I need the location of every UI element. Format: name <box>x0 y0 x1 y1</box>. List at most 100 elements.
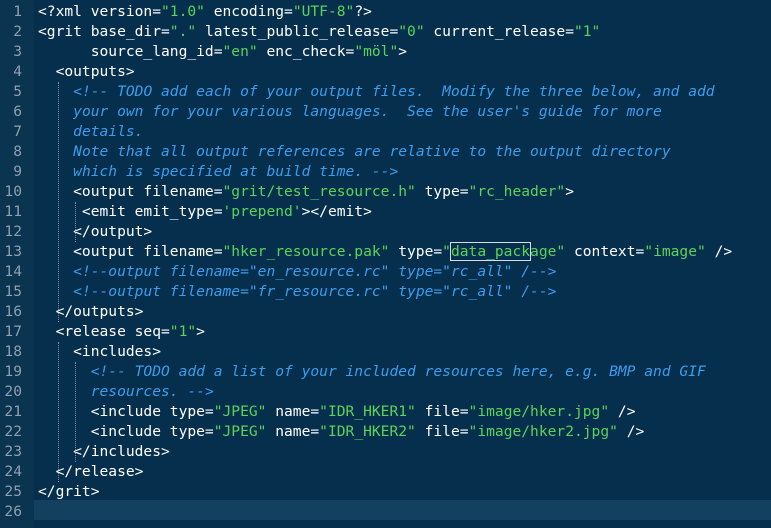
xml-string: "rc_header" <box>468 183 566 200</box>
code-line[interactable]: 26 <box>0 502 771 522</box>
code-line[interactable]: 15 <!--output filename="fr_resource.rc" … <box>0 282 771 302</box>
code-line[interactable]: 11 <emit emit_type='prepend'></emit> <box>0 202 771 222</box>
code-line[interactable]: 2 <grit base_dir="." latest_public_releas… <box>0 22 771 42</box>
code-text[interactable]: details. <box>38 122 143 142</box>
code-line[interactable]: 20 resources. --> <box>0 382 771 402</box>
xml-comment: <!-- TODO add each of your output files.… <box>73 83 715 100</box>
code-line[interactable]: 6 your own for your various languages. S… <box>0 102 771 122</box>
code-text[interactable]: <include type="JPEG" name="IDR_HKER2" fi… <box>38 422 645 442</box>
code-line[interactable]: 1 <?xml version="1.0" encoding="UTF-8"?> <box>0 2 771 22</box>
code-line[interactable]: 19 <!-- TODO add a list of your included… <box>0 362 771 382</box>
xml-string: "UTF-8" <box>292 3 355 20</box>
xml-markup <box>38 123 73 140</box>
xml-markup: encoding= <box>204 3 293 20</box>
code-line[interactable]: 17 <release seq="1"> <box>0 322 771 342</box>
code-line[interactable]: 9 which is specified at build time. --> <box>0 162 771 182</box>
line-number: 9 <box>13 163 22 180</box>
xml-markup: <grit base_dir= <box>38 23 170 40</box>
xml-markup: <includes> <box>38 343 162 360</box>
xml-comment: <!-- TODO add a list of your included re… <box>90 363 706 380</box>
xml-string: "IDR_HKER1" <box>319 403 416 420</box>
code-text[interactable]: </release> <box>38 462 144 482</box>
code-text[interactable]: <grit base_dir="." latest_public_release… <box>38 22 600 42</box>
line-number: 22 <box>4 423 22 440</box>
xml-comment: resources. --> <box>90 383 214 400</box>
code-line[interactable]: 4 <outputs> <box>0 62 771 82</box>
line-number: 24 <box>4 463 22 480</box>
xml-string: "en" <box>222 43 258 60</box>
code-text[interactable]: resources. --> <box>38 382 214 402</box>
xml-markup: /> <box>705 243 733 260</box>
xml-comment: <!--output filename="fr_resource.rc" typ… <box>73 283 557 300</box>
code-text[interactable]: <!--output filename="en_resource.rc" typ… <box>38 262 556 282</box>
code-line[interactable]: 7 details. <box>0 122 771 142</box>
code-text[interactable]: <!--output filename="fr_resource.rc" typ… <box>38 282 556 302</box>
code-text[interactable]: source_lang_id="en" enc_check="möl"> <box>38 42 407 62</box>
code-line[interactable]: 5 <!-- TODO add each of your output file… <box>0 82 771 102</box>
code-editor[interactable]: 1 <?xml version="1.0" encoding="UTF-8"?> 2… <box>0 0 771 528</box>
xml-string: "0" <box>398 23 425 40</box>
xml-string: "1" <box>169 323 197 340</box>
code-text[interactable]: <outputs> <box>38 62 135 82</box>
code-text[interactable]: </output> <box>38 222 152 242</box>
xml-string: "JPEG" <box>213 403 267 420</box>
xml-markup: <emit emit_type= <box>38 203 223 220</box>
xml-string: "image/hker.jpg" <box>468 403 610 420</box>
code-line[interactable]: 14 <!--output filename="en_resource.rc" … <box>0 262 771 282</box>
line-number: 6 <box>13 103 22 120</box>
indent-guide <box>75 362 77 462</box>
line-number: 13 <box>4 243 22 260</box>
xml-markup <box>38 103 73 120</box>
code-text[interactable]: <output filename="hker_resource.pak" typ… <box>38 242 732 262</box>
code-line[interactable]: 23 </includes> <box>0 442 771 462</box>
xml-markup: <include type= <box>38 403 214 420</box>
xml-markup: ?> <box>354 3 372 20</box>
code-text[interactable]: your own for your various languages. See… <box>38 102 662 122</box>
code-text[interactable]: <!-- TODO add a list of your included re… <box>38 362 706 382</box>
indent-guide <box>57 342 60 482</box>
line-number: 5 <box>13 83 22 100</box>
xml-markup: <output filename= <box>38 243 223 260</box>
xml-markup: /> <box>617 423 645 440</box>
xml-markup: <?xml version= <box>38 3 162 20</box>
code-text[interactable]: <release seq="1"> <box>38 322 205 342</box>
code-line[interactable]: 13 <output filename="hker_resource.pak" … <box>0 242 771 262</box>
code-text[interactable]: Note that all output references are rela… <box>38 142 670 162</box>
xml-markup: <output filename= <box>38 183 223 200</box>
code-line[interactable]: 18 <includes> <box>0 342 771 362</box>
line-number: 18 <box>4 343 22 360</box>
xml-markup: <release seq= <box>38 323 170 340</box>
xml-markup: </outputs> <box>38 303 144 320</box>
xml-markup: source_lang_id= <box>38 43 223 60</box>
xml-markup: <outputs> <box>38 63 135 80</box>
code-text[interactable]: <includes> <box>38 342 161 362</box>
xml-string: " <box>442 243 451 260</box>
xml-markup: file= <box>415 403 469 420</box>
code-line[interactable]: 25 </grit> <box>0 482 771 502</box>
code-text[interactable]: <!-- TODO add each of your output files.… <box>38 82 715 102</box>
code-line[interactable]: 16 </outputs> <box>0 302 771 322</box>
line-number: 4 <box>13 63 22 80</box>
code-text[interactable]: </grit> <box>38 482 100 502</box>
indent-guide <box>75 202 77 242</box>
xml-string: "1" <box>573 23 601 40</box>
code-line[interactable]: 10 <output filename="grit/test_resource.… <box>0 182 771 202</box>
code-text[interactable]: <emit emit_type='prepend'></emit> <box>38 202 372 222</box>
line-number: 25 <box>4 483 22 500</box>
line-number: 14 <box>4 263 22 280</box>
code-text[interactable]: <output filename="grit/test_resource.h" … <box>38 182 574 202</box>
code-line[interactable]: 22 <include type="JPEG" name="IDR_HKER2"… <box>0 422 771 442</box>
code-line[interactable]: 8 Note that all output references are re… <box>0 142 771 162</box>
code-line[interactable]: 24 </release> <box>0 462 771 482</box>
xml-markup: <include type= <box>38 423 214 440</box>
code-text[interactable]: <?xml version="1.0" encoding="UTF-8"?> <box>38 2 372 22</box>
code-text[interactable]: </outputs> <box>38 302 144 322</box>
code-line[interactable]: 12 </output> <box>0 222 771 242</box>
line-number: 8 <box>13 143 22 160</box>
xml-string: "." <box>169 23 197 40</box>
line-number: 1 <box>13 3 22 20</box>
code-line[interactable]: 21 <include type="JPEG" name="IDR_HKER1"… <box>0 402 771 422</box>
code-line[interactable]: 3 source_lang_id="en" enc_check="möl"> <box>0 42 771 62</box>
code-text[interactable]: which is specified at build time. --> <box>38 162 398 182</box>
code-text[interactable]: <include type="JPEG" name="IDR_HKER1" fi… <box>38 402 636 422</box>
